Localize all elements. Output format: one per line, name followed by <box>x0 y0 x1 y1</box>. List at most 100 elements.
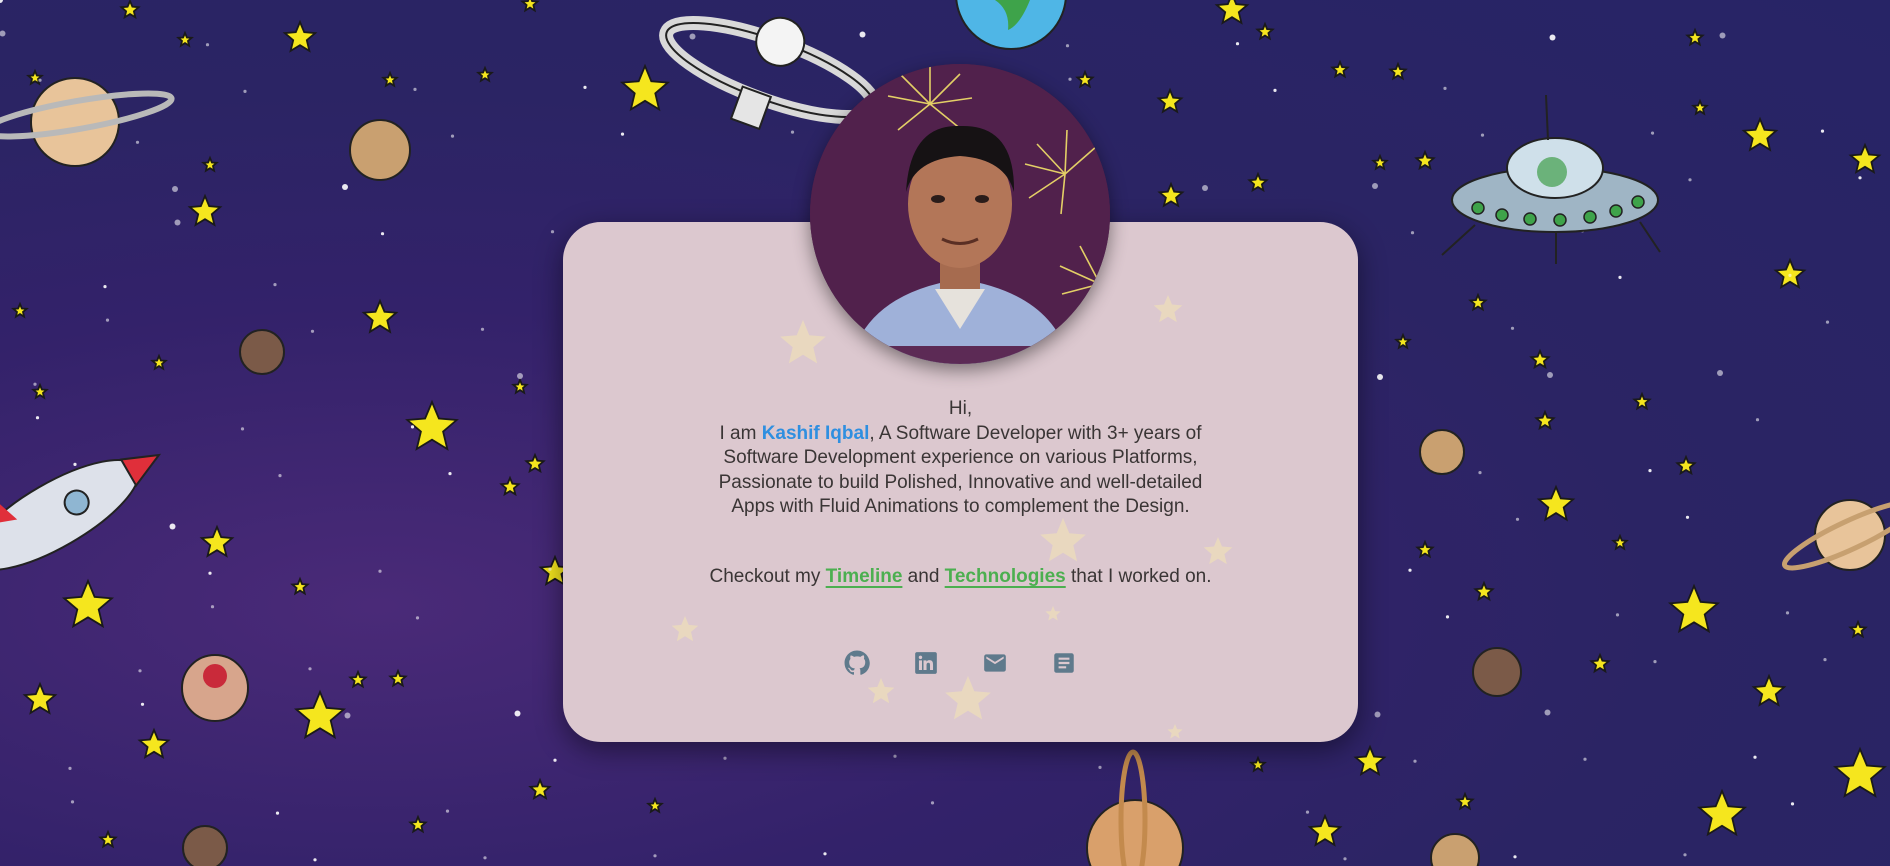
sparkle-dot <box>105 318 110 322</box>
sparkle-dot <box>410 425 415 429</box>
email-link[interactable] <box>981 649 1009 677</box>
sparkle-dot <box>930 801 935 805</box>
star-shape <box>476 65 494 83</box>
intro-text: Hi, I am Kashif Iqbal, A Software Develo… <box>563 397 1358 520</box>
bottom-planet-illustration <box>1086 749 1184 866</box>
sparkle-dot <box>1823 658 1827 662</box>
star-shape <box>1589 652 1611 674</box>
profile-avatar <box>810 64 1110 364</box>
star-shape <box>1833 746 1887 798</box>
star-shape <box>1534 409 1556 431</box>
star-shape <box>348 669 368 689</box>
intro-line-3: Passionate to build Polished, Innovative… <box>718 471 1203 493</box>
sparkle-dot <box>172 186 178 192</box>
sparkle-dot <box>1717 370 1723 376</box>
github-link[interactable] <box>843 649 871 677</box>
star-shape <box>388 668 408 688</box>
sparkle-dot <box>1413 759 1417 763</box>
sparkle-dot <box>1480 133 1485 137</box>
checkout-prefix: Checkout my <box>709 566 826 587</box>
sparkle-dot <box>1343 857 1347 861</box>
sparkle-dot <box>1785 611 1790 615</box>
star-shape <box>176 30 194 48</box>
intro-line-4: Apps with Fluid Animations to complement… <box>731 496 1190 517</box>
star-shape <box>282 19 318 53</box>
sparkle-dot <box>38 78 42 82</box>
sparkle-dot <box>1583 757 1587 761</box>
star-shape <box>1394 332 1412 350</box>
star-shape <box>1075 69 1095 89</box>
sparkle-dot <box>583 85 587 89</box>
github-icon <box>844 650 870 675</box>
greeting-text: Hi, <box>948 398 973 419</box>
star-shape <box>1685 27 1705 47</box>
technologies-link[interactable]: Technologies <box>945 566 1066 587</box>
star-shape <box>1667 583 1721 634</box>
star-shape <box>1455 791 1475 811</box>
avatar-image <box>810 64 1110 364</box>
card-star-shape <box>867 678 895 704</box>
sparkle-dot <box>859 31 866 38</box>
star-shape <box>1156 87 1184 114</box>
star-shape <box>61 578 115 629</box>
sparkle-dot <box>140 702 145 706</box>
card-star-shape <box>780 320 826 364</box>
email-icon <box>984 654 1006 672</box>
sparkle-dot <box>1685 515 1690 519</box>
star-shape <box>1353 744 1387 776</box>
sparkle-dot <box>550 230 555 234</box>
resume-link[interactable] <box>1050 649 1078 677</box>
star-shape <box>1157 181 1185 208</box>
sparkle-dot <box>1372 183 1378 189</box>
linkedin-icon <box>915 652 937 674</box>
star-shape <box>137 727 171 759</box>
sparkle-dot <box>0 30 6 37</box>
star-shape <box>1751 673 1787 707</box>
star-shape <box>1675 454 1697 476</box>
sparkle-dot <box>1650 131 1655 135</box>
sparkle-dot <box>1653 660 1657 664</box>
sparkle-dot <box>553 758 557 762</box>
sparkle-dot <box>448 472 452 476</box>
sparkle-dot <box>135 140 140 144</box>
star-shape <box>1691 98 1709 116</box>
sparkle-dot <box>0 0 3 3</box>
sparkle-dot <box>514 710 521 717</box>
sparkle-dot <box>1273 88 1277 92</box>
sparkle-dot <box>174 219 181 226</box>
checkout-suffix: that I worked on. <box>1065 566 1212 587</box>
linkedin-link[interactable] <box>912 649 940 677</box>
star-shape <box>1848 142 1882 174</box>
star-shape <box>1330 59 1350 79</box>
developer-name: Kashif Iqbal <box>761 422 870 444</box>
sparkle-dot <box>378 569 382 573</box>
sparkle-dot <box>1513 855 1517 859</box>
sparkle-dot <box>893 754 897 758</box>
star-shape <box>381 70 399 88</box>
sparkle-dot <box>415 616 420 620</box>
sparkle-dot <box>313 858 317 862</box>
sparkle-dot <box>483 856 487 860</box>
star-shape <box>98 829 118 849</box>
star-shape <box>1611 533 1629 551</box>
sparkle-dot <box>1408 568 1412 572</box>
rocket-illustration <box>0 453 162 571</box>
sparkle-dot <box>790 130 795 134</box>
star-shape <box>1536 484 1576 522</box>
ufo-illustration <box>1441 94 1661 264</box>
sparkle-dot <box>1755 418 1760 422</box>
star-shape <box>1247 171 1269 193</box>
card-star-shape <box>1040 518 1086 562</box>
sparkle-dot <box>1547 372 1553 378</box>
sparkle-dot <box>344 712 351 719</box>
sparkle-dot <box>450 134 455 138</box>
sparkle-dot <box>310 329 315 333</box>
timeline-link[interactable]: Timeline <box>826 566 903 587</box>
ringed-planet-illustration <box>0 77 175 167</box>
star-shape <box>22 681 58 715</box>
star-shape <box>1214 0 1250 25</box>
sparkle-dot <box>689 33 696 40</box>
star-shape <box>31 382 49 400</box>
star-shape <box>1632 391 1652 411</box>
checkout-and: and <box>902 566 945 587</box>
